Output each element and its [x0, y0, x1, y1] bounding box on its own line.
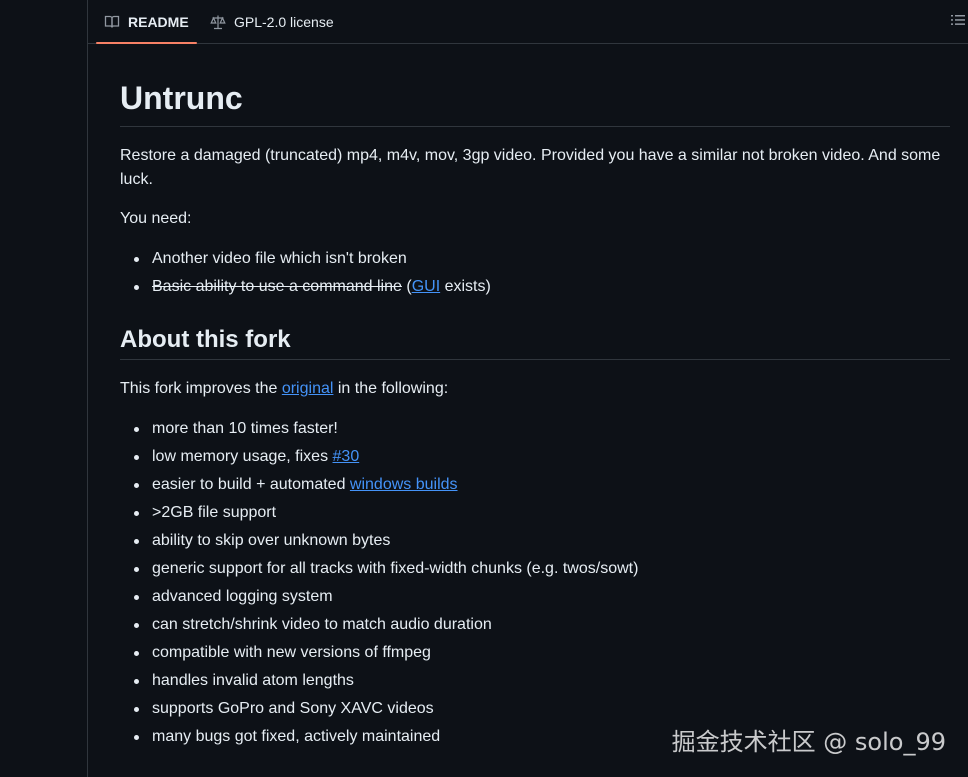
tab-license-label: GPL-2.0 license [234, 13, 334, 30]
list-item: compatible with new versions of ffmpeg [120, 639, 638, 667]
column-divider [87, 0, 88, 777]
tab-readme[interactable]: README [96, 0, 197, 44]
list-item-text: advanced logging system [152, 588, 333, 605]
list-item-link[interactable]: #30 [333, 448, 360, 465]
gui-link[interactable]: GUI [412, 278, 440, 295]
list-item: can stretch/shrink video to match audio … [120, 611, 638, 639]
list-item-text: more than 10 times faster! [152, 420, 338, 437]
original-link[interactable]: original [282, 380, 334, 397]
list-item: generic support for all tracks with fixe… [120, 555, 638, 583]
list-item: more than 10 times faster! [120, 415, 638, 443]
list-item-text: easier to build + automated [152, 476, 350, 493]
list-item: Basic ability to use a command line (GUI… [120, 273, 491, 301]
paren-open: ( [401, 278, 412, 295]
tab-license[interactable]: GPL-2.0 license [206, 0, 338, 43]
list-item-text: supports GoPro and Sony XAVC videos [152, 700, 434, 717]
list-item: easier to build + automated windows buil… [120, 471, 638, 499]
list-item-text: many bugs got fixed, actively maintained [152, 728, 441, 745]
list-item-text: ability to skip over unknown bytes [152, 532, 391, 549]
requirements-list: Another video file which isn't broken Ba… [120, 245, 491, 301]
left-column [0, 0, 87, 777]
list-item-text: handles invalid atom lengths [152, 672, 354, 689]
page-title: Untrunc [120, 80, 243, 116]
list-item: Another video file which isn't broken [120, 245, 491, 273]
list-item: handles invalid atom lengths [120, 667, 638, 695]
list-item: advanced logging system [120, 583, 638, 611]
list-item: >2GB file support [120, 499, 638, 527]
list-item: many bugs got fixed, actively maintained [120, 723, 638, 751]
fork-intro-before: This fork improves the [120, 380, 282, 397]
about-fork-heading: About this fork [120, 326, 291, 353]
struck-text: Basic ability to use a command line [152, 278, 402, 295]
list-icon[interactable] [950, 12, 966, 28]
list-item-text: low memory usage, fixes [152, 448, 333, 465]
list-item: supports GoPro and Sony XAVC videos [120, 695, 638, 723]
paren-close: exists) [440, 278, 491, 295]
list-item: low memory usage, fixes #30 [120, 443, 638, 471]
fork-intro-after: in the following: [333, 380, 449, 397]
watermark: 掘金技术社区 @ solo_99 [671, 728, 946, 756]
page: README GPL-2.0 license Untrunc Restore a… [0, 0, 968, 777]
you-need-paragraph: You need: [120, 210, 192, 227]
list-item-text: generic support for all tracks with fixe… [152, 560, 639, 577]
intro-paragraph: Restore a damaged (truncated) mp4, m4v, … [120, 147, 941, 188]
list-item-text: >2GB file support [152, 504, 277, 521]
list-item-link[interactable]: windows builds [350, 476, 458, 493]
list-item-text: Another video file which isn't broken [152, 250, 407, 267]
fork-intro-paragraph: This fork improves the original in the f… [120, 377, 448, 401]
tab-readme-label: README [128, 13, 189, 30]
readme-tabs: README GPL-2.0 license [88, 0, 968, 44]
title-divider [120, 126, 950, 127]
active-tab-indicator [96, 42, 197, 44]
list-item: ability to skip over unknown bytes [120, 527, 638, 555]
book-icon [104, 14, 120, 30]
list-item-text: compatible with new versions of ffmpeg [152, 644, 431, 661]
list-item-text: can stretch/shrink video to match audio … [152, 616, 492, 633]
heading-divider [120, 359, 950, 360]
fork-improvements-list: more than 10 times faster! low memory usa… [120, 415, 638, 751]
scale-icon [210, 14, 226, 30]
